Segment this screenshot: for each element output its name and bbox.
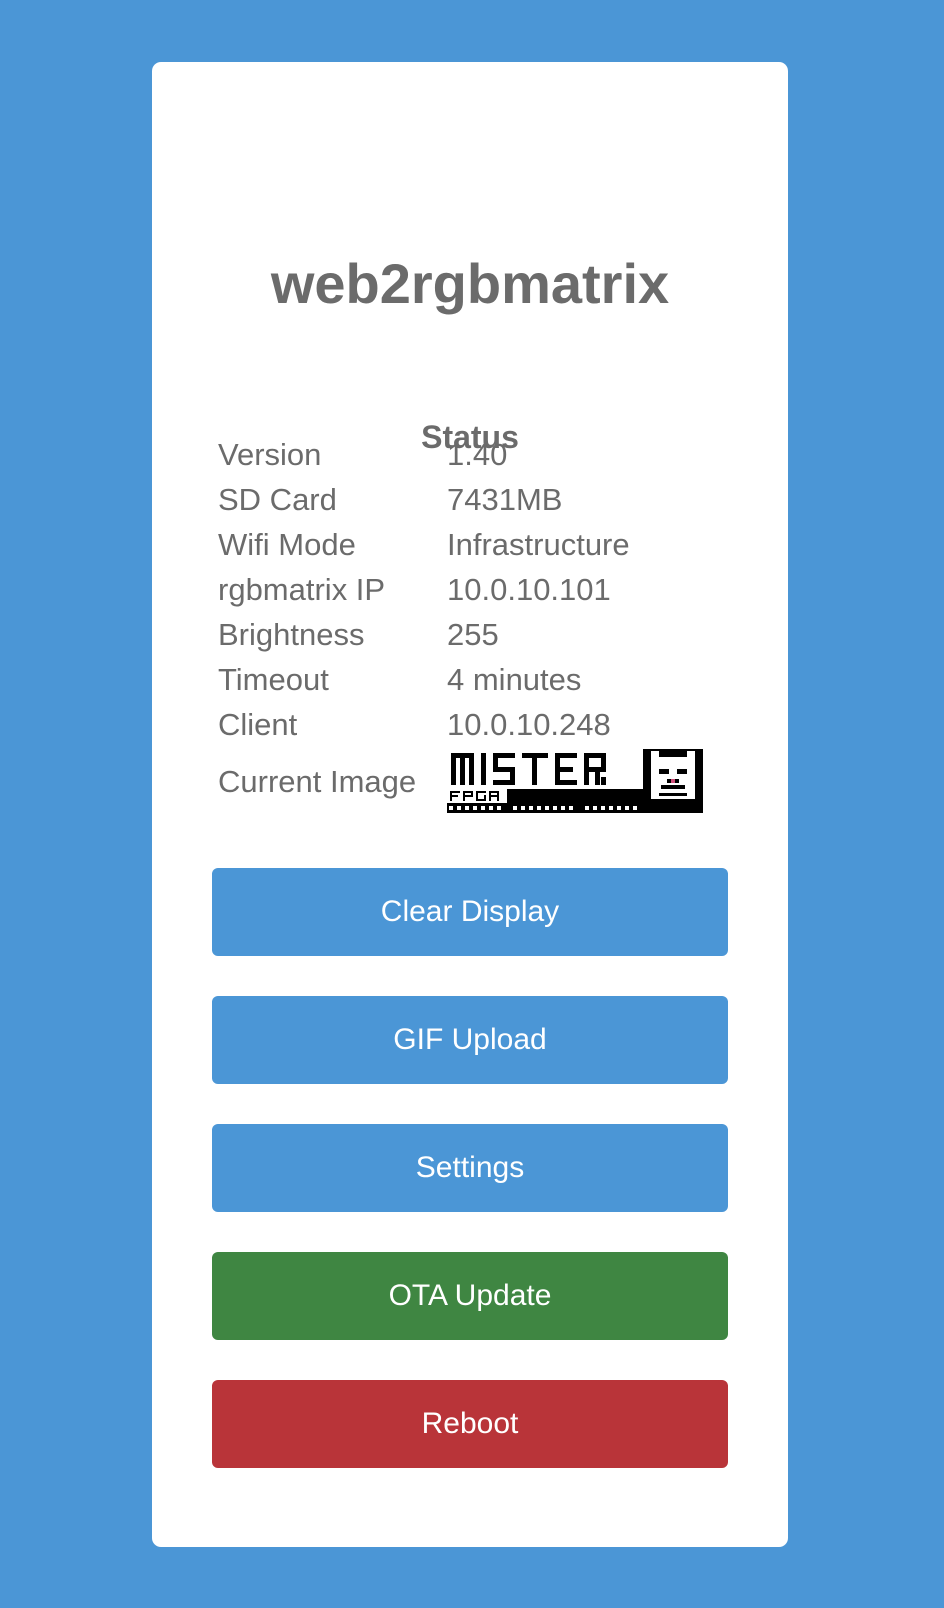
status-label: Timeout: [218, 662, 329, 697]
status-table: Version 1.40 SD Card 7431MB Wifi Mode In…: [218, 432, 703, 815]
ota-update-button[interactable]: OTA Update: [212, 1252, 728, 1340]
status-value: 7431MB: [447, 482, 563, 517]
gif-upload-button[interactable]: GIF Upload: [212, 996, 728, 1084]
status-value: [447, 747, 703, 815]
status-row-timeout: Timeout 4 minutes: [218, 657, 703, 702]
status-value: 4 minutes: [447, 662, 582, 697]
clear-display-button[interactable]: Clear Display: [212, 868, 728, 956]
status-row-ip: rgbmatrix IP 10.0.10.101: [218, 567, 703, 612]
status-label: Wifi Mode: [218, 527, 356, 562]
status-value: 255: [447, 617, 499, 652]
settings-button[interactable]: Settings: [212, 1124, 728, 1212]
status-label: Version: [218, 437, 322, 472]
page-title: web2rgbmatrix: [270, 252, 670, 315]
status-label: rgbmatrix IP: [218, 572, 386, 607]
status-row-brightness: Brightness 255: [218, 612, 703, 657]
status-row-client: Client 10.0.10.248: [218, 702, 703, 747]
status-label: Brightness: [218, 617, 365, 652]
current-image-thumbnail: [447, 749, 703, 813]
reboot-button[interactable]: Reboot: [212, 1380, 728, 1468]
status-value: 1.40: [447, 437, 508, 472]
status-label: Client: [218, 707, 298, 742]
status-row-sd-card: SD Card 7431MB: [218, 477, 703, 522]
status-value: 10.0.10.101: [447, 572, 611, 607]
status-row-current-image: Current Image: [218, 747, 703, 815]
status-value: 10.0.10.248: [447, 707, 611, 742]
status-label: Current Image: [218, 763, 417, 799]
status-label: SD Card: [218, 482, 337, 517]
status-row-wifi-mode: Wifi Mode Infrastructure: [218, 522, 703, 567]
status-row-version: Version 1.40: [218, 432, 703, 477]
status-value: Infrastructure: [447, 527, 630, 562]
